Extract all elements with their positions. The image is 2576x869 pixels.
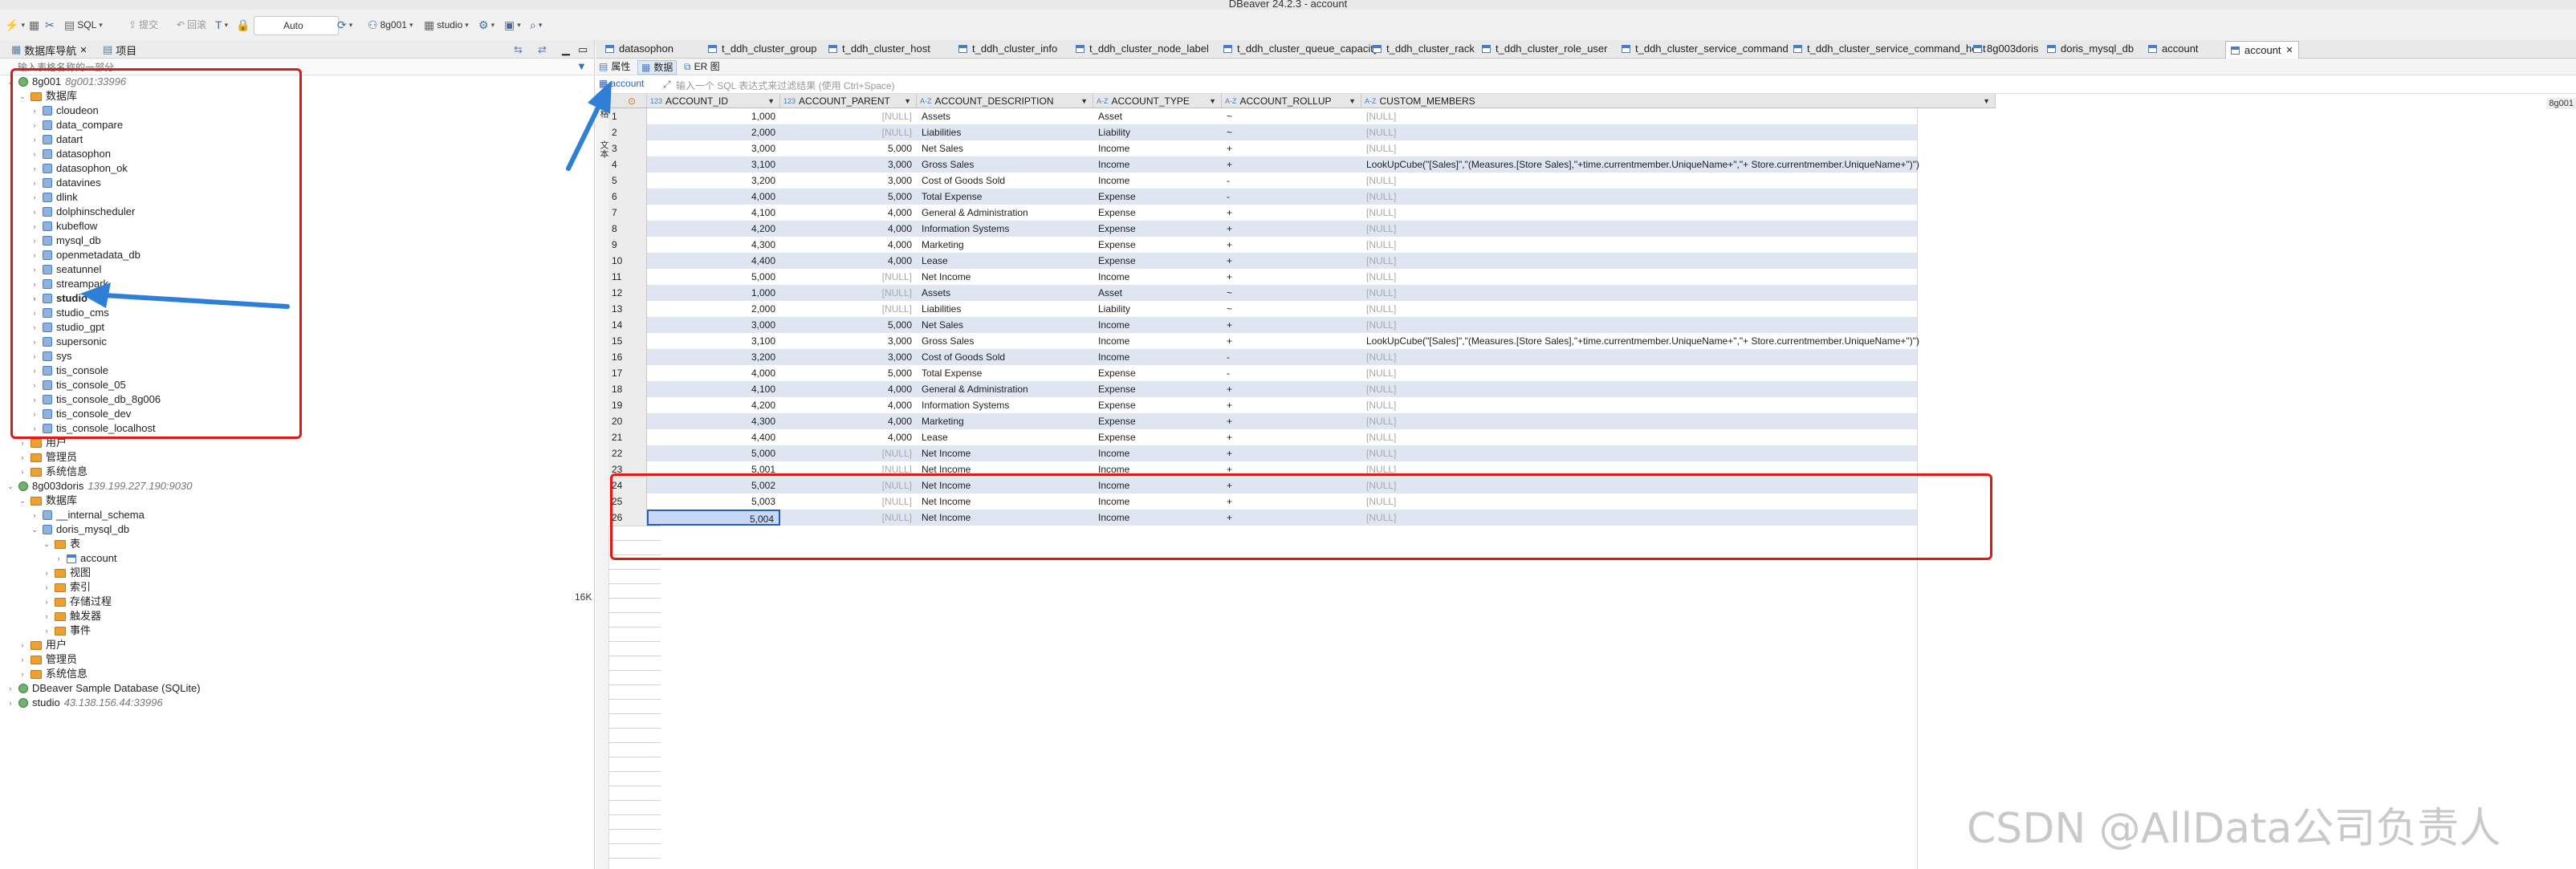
arrow-to-studio xyxy=(102,293,290,309)
arrow-to-data-tab xyxy=(566,100,603,171)
watermark: CSDN @AllData公司负责人 xyxy=(1967,805,2501,853)
arrow-head-studio xyxy=(80,282,111,308)
annotation-arrows xyxy=(80,80,612,309)
